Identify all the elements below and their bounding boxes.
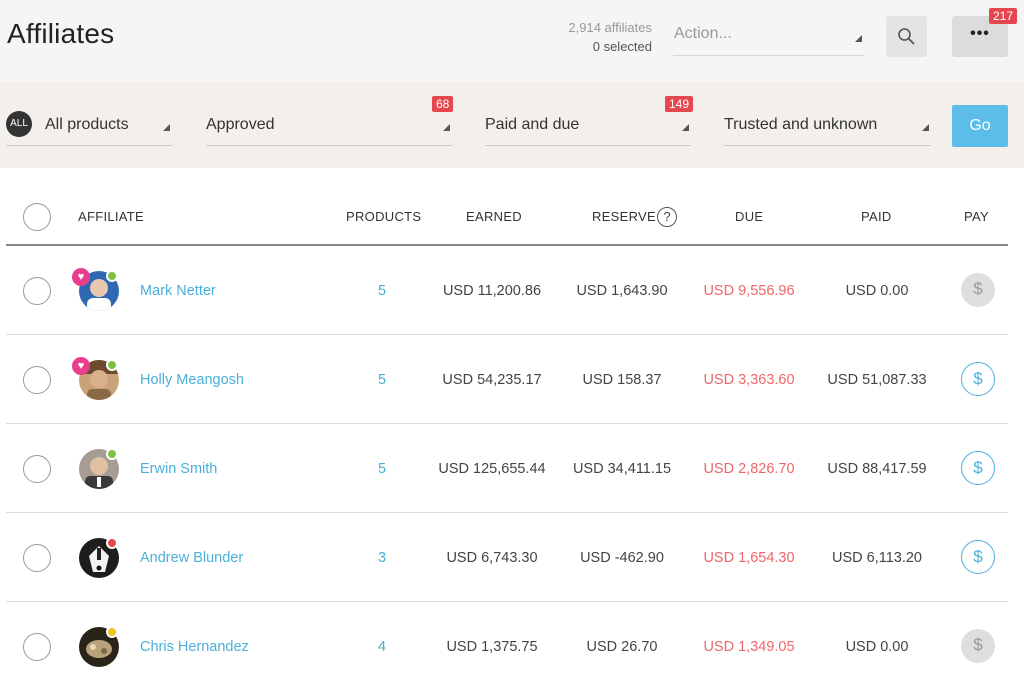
row-checkbox[interactable] [23, 366, 51, 394]
pay-button[interactable]: $ [961, 540, 995, 574]
column-earned[interactable]: EARNED [466, 209, 522, 224]
earned-value: USD 54,235.17 [442, 372, 542, 388]
heart-icon: ♥ [72, 268, 90, 286]
action-select[interactable]: Action... [673, 18, 864, 56]
products-count[interactable]: 4 [370, 639, 394, 655]
caret-down-icon [922, 124, 929, 131]
selected-count: 0 selected [592, 39, 652, 54]
products-filter[interactable]: ALL All products [6, 102, 172, 146]
paid-value: USD 0.00 [845, 639, 909, 655]
due-value: USD 3,363.60 [703, 372, 795, 388]
column-pay: PAY [964, 209, 989, 224]
table-row: ♥ Mark Netter 5 USD 11,200.86 USD 1,643.… [6, 246, 1008, 335]
column-reserve[interactable]: RESERVE [592, 209, 656, 224]
status-dot [106, 626, 118, 638]
due-value: USD 1,349.05 [703, 639, 795, 655]
selection-summary: 2,914 affiliates 0 selected [568, 18, 652, 56]
affiliate-count: 2,914 affiliates [568, 20, 652, 35]
row-checkbox[interactable] [23, 633, 51, 661]
status-badge: 68 [432, 96, 454, 112]
reserve-value: USD -462.90 [580, 550, 664, 566]
pay-button[interactable]: $ [961, 629, 995, 663]
products-count[interactable]: 3 [370, 550, 394, 566]
payment-filter-label: Paid and due [485, 116, 580, 133]
dollar-icon: $ [973, 458, 983, 477]
filter-bar: ALL All products Approved 68 Paid and du… [0, 82, 1024, 168]
status-filter-label: Approved [206, 116, 275, 133]
caret-down-icon [855, 35, 862, 42]
row-checkbox[interactable] [23, 544, 51, 572]
search-button[interactable] [886, 16, 927, 57]
action-placeholder: Action... [674, 25, 732, 42]
payment-badge: 149 [665, 96, 694, 112]
earned-value: USD 6,743.30 [446, 550, 538, 566]
select-all-checkbox[interactable] [23, 203, 51, 231]
help-icon[interactable]: ? [657, 207, 677, 227]
row-checkbox[interactable] [23, 277, 51, 305]
status-dot [106, 270, 118, 282]
pay-button[interactable]: $ [961, 273, 995, 307]
products-count[interactable]: 5 [370, 461, 394, 477]
reserve-value: USD 158.37 [582, 372, 662, 388]
dollar-icon: $ [973, 279, 983, 298]
status-dot [106, 537, 118, 549]
earned-value: USD 1,375.75 [446, 639, 538, 655]
status-dot [106, 359, 118, 371]
column-paid[interactable]: PAID [861, 209, 892, 224]
dollar-icon: $ [973, 635, 983, 654]
more-badge: 217 [989, 8, 1018, 24]
due-value: USD 2,826.70 [703, 461, 795, 477]
column-affiliate[interactable]: AFFILIATE [78, 209, 144, 224]
reserve-value: USD 1,643.90 [576, 283, 668, 299]
go-button[interactable]: Go [952, 105, 1008, 147]
affiliate-name[interactable]: Holly Meangosh [140, 372, 244, 388]
products-count[interactable]: 5 [370, 372, 394, 388]
search-icon [898, 28, 915, 45]
caret-down-icon [443, 124, 450, 131]
caret-down-icon [682, 124, 689, 131]
all-badge-icon: ALL [6, 111, 32, 137]
heart-icon: ♥ [72, 357, 90, 375]
dollar-icon: $ [973, 547, 983, 566]
reserve-value: USD 26.70 [586, 639, 658, 655]
affiliate-name[interactable]: Mark Netter [140, 283, 216, 299]
trust-filter-label: Trusted and unknown [724, 116, 878, 133]
page-title: Affiliates [7, 18, 115, 49]
row-checkbox[interactable] [23, 455, 51, 483]
column-products[interactable]: PRODUCTS [346, 209, 421, 224]
earned-value: USD 125,655.44 [438, 461, 546, 477]
pay-button[interactable]: $ [961, 451, 995, 485]
paid-value: USD 51,087.33 [827, 372, 927, 388]
table-row: Andrew Blunder 3 USD 6,743.30 USD -462.9… [6, 513, 1008, 602]
table-row: Chris Hernandez 4 USD 1,375.75 USD 26.70… [6, 602, 1008, 681]
affiliate-name[interactable]: Chris Hernandez [140, 639, 249, 655]
table-row: Erwin Smith 5 USD 125,655.44 USD 34,411.… [6, 424, 1008, 513]
due-value: USD 9,556.96 [703, 283, 795, 299]
column-due[interactable]: DUE [735, 209, 763, 224]
products-count[interactable]: 5 [370, 283, 394, 299]
caret-down-icon [163, 124, 170, 131]
earned-value: USD 11,200.86 [442, 283, 542, 299]
paid-value: USD 88,417.59 [827, 461, 927, 477]
pay-button[interactable]: $ [961, 362, 995, 396]
trust-filter[interactable]: Trusted and unknown [724, 102, 931, 146]
affiliate-name[interactable]: Erwin Smith [140, 461, 217, 477]
dollar-icon: $ [973, 369, 983, 388]
products-filter-label: All products [45, 116, 129, 133]
paid-value: USD 6,113.20 [831, 550, 922, 566]
page-header: Affiliates 2,914 affiliates 0 selected A… [0, 0, 1024, 82]
reserve-value: USD 34,411.15 [572, 461, 672, 477]
payment-filter[interactable]: Paid and due [485, 102, 691, 146]
table-header: AFFILIATE PRODUCTS EARNED RESERVE ? DUE … [6, 190, 1008, 246]
due-value: USD 1,654.30 [703, 550, 795, 566]
paid-value: USD 0.00 [845, 283, 909, 299]
affiliate-name[interactable]: Andrew Blunder [140, 550, 243, 566]
table-row: ♥ Holly Meangosh 5 USD 54,235.17 USD 158… [6, 335, 1008, 424]
status-dot [106, 448, 118, 460]
status-filter[interactable]: Approved [206, 102, 452, 146]
